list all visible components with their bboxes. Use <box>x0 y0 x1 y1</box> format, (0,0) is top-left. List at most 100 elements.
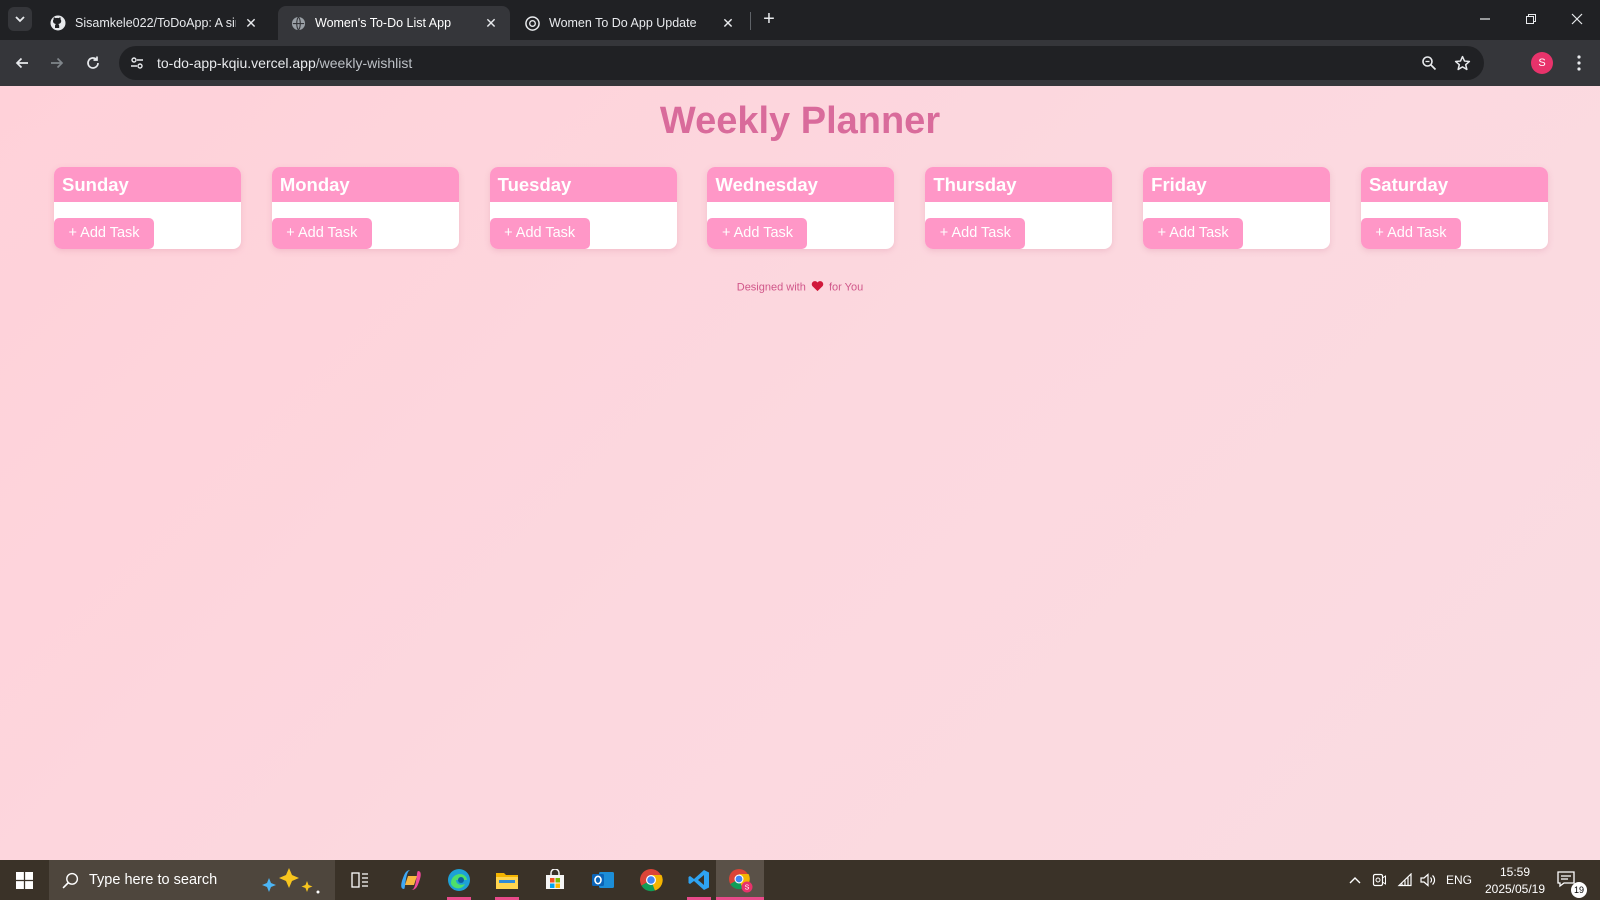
address-bar[interactable]: to-do-app-kqiu.vercel.app/weekly-wishlis… <box>119 46 1484 80</box>
day-name: Monday <box>271 167 459 202</box>
close-window-button[interactable] <box>1562 6 1592 32</box>
zoom-icon[interactable] <box>1419 53 1439 73</box>
add-task-button[interactable]: + Add Task <box>54 218 154 249</box>
globe-icon <box>290 15 306 31</box>
add-task-button[interactable]: + Add Task <box>1360 218 1461 249</box>
close-icon <box>1571 13 1583 25</box>
browser-menu-button[interactable] <box>1569 51 1589 75</box>
heart-icon <box>811 280 824 295</box>
chrome-profile-button[interactable]: S <box>716 860 764 900</box>
copilot-icon <box>401 870 421 890</box>
page-content: Weekly Planner Sunday + Add Task Monday … <box>0 86 1600 860</box>
add-task-button[interactable]: + Add Task <box>489 218 590 249</box>
site-settings-icon[interactable] <box>127 53 147 73</box>
tab-title: Women's To-Do List App <box>315 16 452 30</box>
edge-button[interactable] <box>435 860 483 900</box>
browser-toolbar: to-do-app-kqiu.vercel.app/weekly-wishlis… <box>0 40 1600 86</box>
camera-tray-button[interactable] <box>1368 860 1390 900</box>
file-explorer-button[interactable] <box>483 860 531 900</box>
day-card-saturday: Saturday + Add Task <box>1360 167 1548 249</box>
camera-icon <box>1372 873 1386 887</box>
add-task-button[interactable]: + Add Task <box>271 218 372 249</box>
day-name: Tuesday <box>489 167 677 202</box>
more-vertical-icon <box>1577 55 1581 71</box>
week-columns: Sunday + Add Task Monday + Add Task Tues… <box>54 167 1548 249</box>
microsoft-store-icon <box>546 869 564 889</box>
day-card-sunday: Sunday + Add Task <box>54 167 241 249</box>
arrow-right-icon <box>51 57 64 69</box>
reload-button[interactable] <box>81 51 105 75</box>
chrome-profile-icon: S <box>729 869 753 893</box>
github-icon <box>50 15 66 31</box>
footer-text-before: Designed with <box>736 281 806 294</box>
chrome-button[interactable] <box>627 860 675 900</box>
tab-womens-todo[interactable]: Women's To-Do List App ✕ <box>278 6 510 40</box>
url-host: to-do-app-kqiu.vercel.app <box>157 55 316 71</box>
day-card-thursday: Thursday + Add Task <box>925 167 1113 249</box>
page-title: Weekly Planner <box>659 100 941 142</box>
add-task-button[interactable]: + Add Task <box>1143 218 1244 249</box>
close-icon[interactable]: ✕ <box>242 15 260 32</box>
speaker-icon <box>1420 873 1436 887</box>
forward-button[interactable] <box>45 51 69 75</box>
minimize-button[interactable] <box>1470 6 1500 32</box>
day-card-monday: Monday + Add Task <box>271 167 459 249</box>
tab-title: Women To Do App Update <box>549 16 697 30</box>
tab-github[interactable]: Sisamkele022/ToDoApp: A simple ✕ <box>38 6 270 40</box>
day-name: Wednesday <box>707 167 895 202</box>
day-name: Friday <box>1143 167 1331 202</box>
clock[interactable]: 15:59 2025/05/19 <box>1478 864 1552 898</box>
browser-tab-strip: Sisamkele022/ToDoApp: A simple ✕ Women's… <box>0 0 1600 40</box>
bookmark-star-icon[interactable] <box>1452 53 1472 73</box>
chevron-up-icon <box>1349 877 1361 884</box>
network-tray-button[interactable] <box>1394 860 1416 900</box>
footer: Designed with for You <box>0 280 1600 295</box>
outlook-icon <box>592 872 614 888</box>
taskbar: Type here to search S ENG 15:59 2025/05/… <box>0 860 1600 900</box>
outlook-button[interactable] <box>579 860 627 900</box>
vscode-icon <box>688 870 709 890</box>
clock-date: 2025/05/19 <box>1484 882 1546 896</box>
chevron-down-icon <box>15 16 25 23</box>
volume-tray-button[interactable] <box>1417 860 1439 900</box>
add-task-button[interactable]: + Add Task <box>707 218 808 249</box>
tab-app-update[interactable]: Women To Do App Update ✕ <box>512 6 747 40</box>
restore-button[interactable] <box>1516 6 1546 32</box>
search-placeholder: Type here to search <box>89 872 218 888</box>
minimize-icon <box>1480 18 1490 20</box>
arrow-left-icon <box>15 57 28 69</box>
restore-icon <box>1526 14 1536 24</box>
tab-divider <box>750 12 751 30</box>
day-name: Sunday <box>54 167 241 202</box>
day-card-tuesday: Tuesday + Add Task <box>489 167 677 249</box>
file-explorer-icon <box>496 873 518 889</box>
task-view-button[interactable] <box>336 860 384 900</box>
add-task-button[interactable]: + Add Task <box>925 218 1026 249</box>
chrome-icon <box>640 869 663 892</box>
profile-avatar[interactable]: S <box>1531 52 1553 74</box>
back-button[interactable] <box>10 51 34 75</box>
svg-text:S: S <box>745 885 750 892</box>
day-card-friday: Friday + Add Task <box>1143 167 1331 249</box>
tab-search-button[interactable] <box>8 7 32 31</box>
day-name: Saturday <box>1360 167 1548 202</box>
sparkles-icon <box>261 868 321 899</box>
url-text: to-do-app-kqiu.vercel.app/weekly-wishlis… <box>157 55 412 71</box>
tab-title: Sisamkele022/ToDoApp: A simple <box>75 16 236 30</box>
edge-icon <box>448 869 470 891</box>
copilot-button[interactable] <box>387 860 435 900</box>
start-button[interactable] <box>0 860 48 900</box>
taskbar-search[interactable]: Type here to search <box>49 860 335 900</box>
language-indicator[interactable]: ENG <box>1444 860 1474 900</box>
footer-text-after: for You <box>828 281 864 294</box>
show-hidden-icons-button[interactable] <box>1344 860 1366 900</box>
wifi-icon <box>1397 873 1412 887</box>
new-tab-button[interactable]: + <box>758 8 780 30</box>
notification-count-badge: 19 <box>1571 882 1587 898</box>
chatgpt-icon <box>524 15 540 31</box>
close-icon[interactable]: ✕ <box>719 15 737 32</box>
close-icon[interactable]: ✕ <box>482 15 500 32</box>
microsoft-store-button[interactable] <box>531 860 579 900</box>
day-card-wednesday: Wednesday + Add Task <box>707 167 895 249</box>
url-path: /weekly-wishlist <box>315 55 413 71</box>
